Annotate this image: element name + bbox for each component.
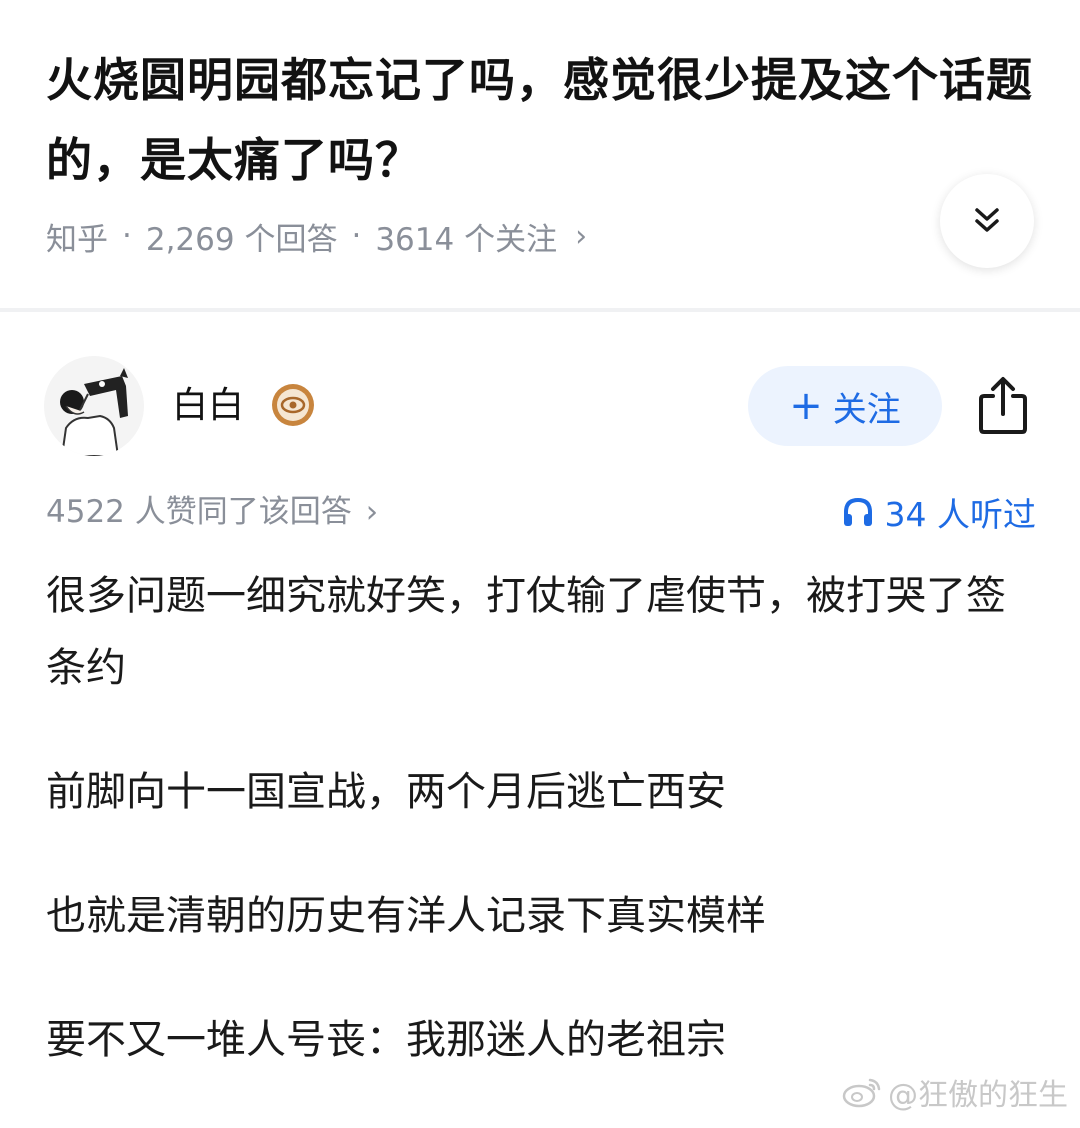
author-avatar[interactable] [44, 356, 144, 456]
vote-count-link[interactable]: 4522 人赞同了该回答 › [46, 488, 378, 536]
answer-count: 2,269 个回答 [145, 221, 338, 258]
separator-dot: · [351, 218, 362, 254]
watermark-text: @狂傲的狂生 [888, 1078, 1068, 1113]
watermark: @狂傲的狂生 [842, 1070, 1068, 1114]
eye-badge-icon [272, 384, 314, 426]
answer-paragraph: 前脚向十一国宣战，两个月后逃亡西安 [46, 769, 726, 815]
answer-paragraph: 要不又一堆人号丧：我那迷人的老祖宗 [46, 1017, 726, 1063]
chevron-right-icon: › [575, 218, 588, 254]
listen-count: 34 人听过 [884, 495, 1036, 534]
share-icon [979, 377, 1027, 434]
vote-count: 4522 人赞同了该回答 [46, 494, 352, 530]
question-meta[interactable]: 知乎 · 2,269 个回答 · 3614 个关注 › [46, 210, 587, 262]
section-divider [0, 308, 1080, 312]
double-chevron-down-icon [975, 208, 999, 232]
author-name[interactable]: 白白 [172, 380, 244, 432]
answer-paragraph: 很多问题一细究就好笑，打仗输了虐使节，被打哭了签条约 [46, 573, 1006, 691]
follow-label: 关注 [832, 389, 901, 430]
headphones-icon [843, 497, 872, 526]
expand-question-button[interactable] [940, 174, 1034, 268]
chevron-right-icon: › [365, 494, 379, 530]
follow-button[interactable]: + 关注 [748, 366, 942, 446]
answer-content: 很多问题一细究就好笑，打仗输了虐使节，被打哭了签条约 前脚向十一国宣战，两个月后… [46, 560, 1036, 1128]
listen-count-button[interactable]: 34 人听过 [841, 488, 1036, 536]
weibo-logo-icon [842, 1078, 881, 1108]
separator-dot: · [122, 218, 132, 254]
follow-count: 3614 个关注 [375, 221, 558, 258]
answer-paragraph: 也就是清朝的历史有洋人记录下真实模样 [46, 893, 766, 939]
question-title: 火烧圆明园都忘记了吗，感觉很少提及这个话题的，是太痛了吗？ [46, 53, 1033, 187]
share-button[interactable] [972, 370, 1034, 440]
plus-icon: + [789, 383, 823, 429]
source-label: 知乎 [46, 221, 108, 258]
